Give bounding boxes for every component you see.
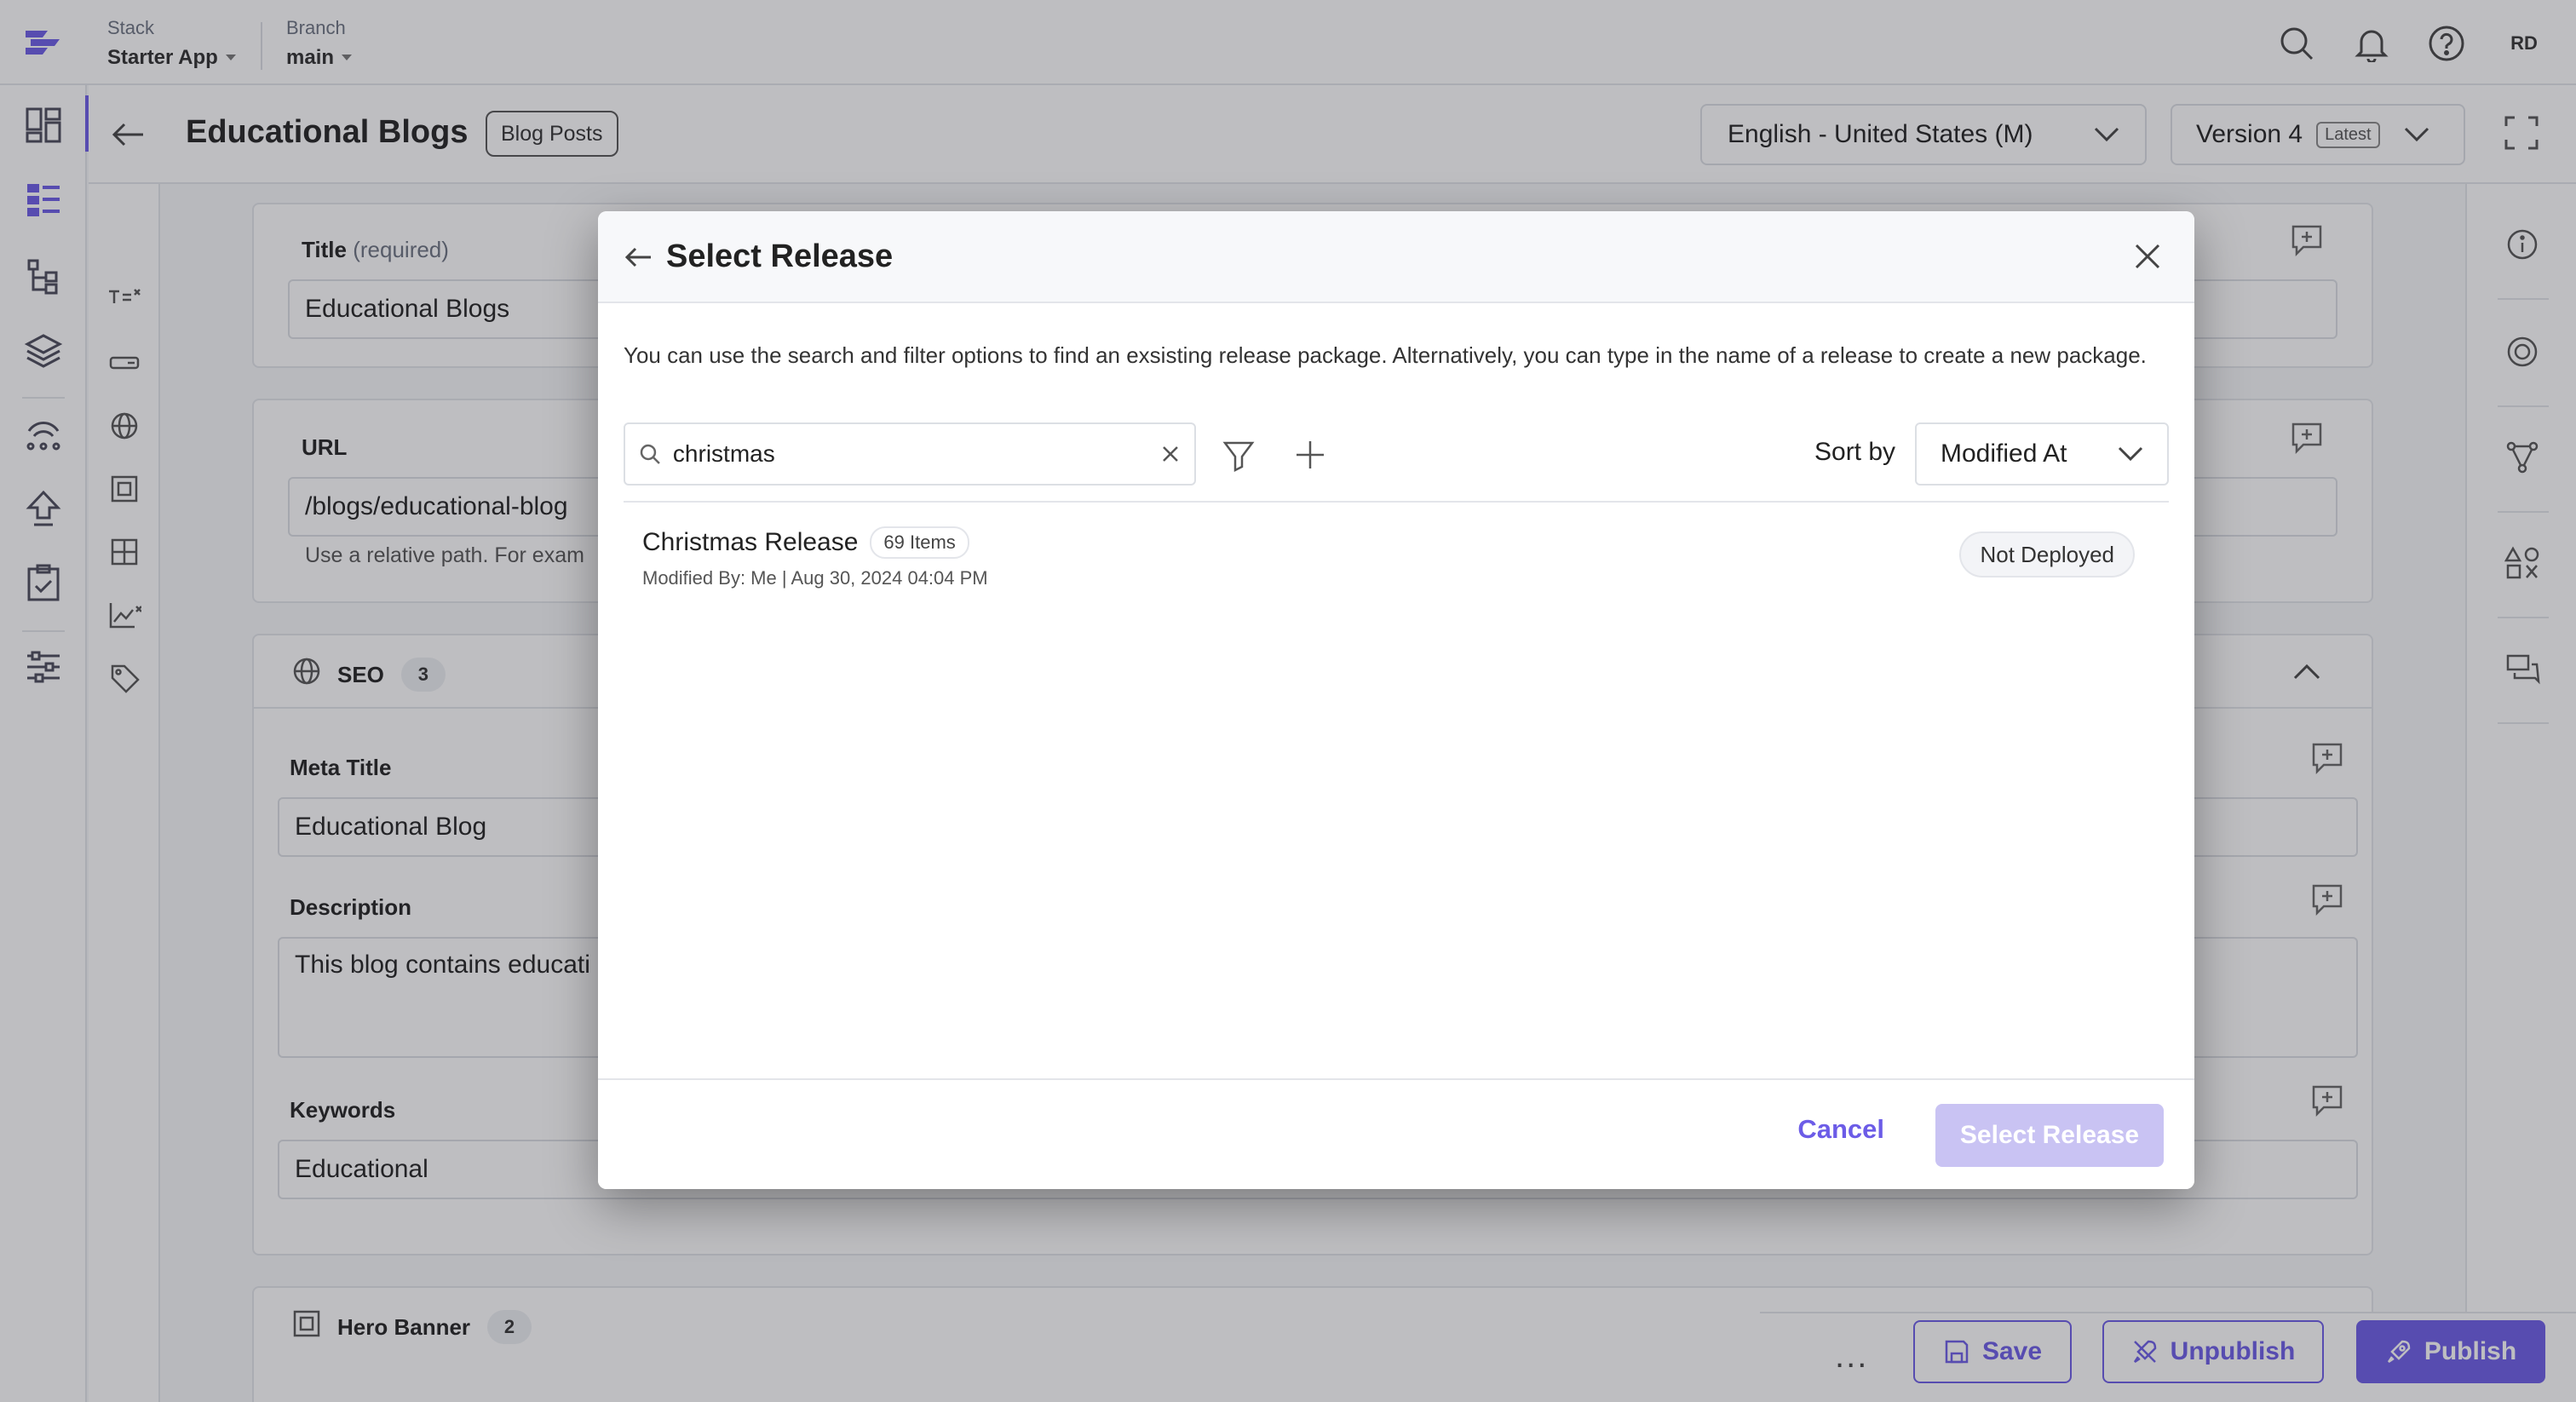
clear-search-icon[interactable] [1160,444,1181,464]
add-release-icon[interactable] [1293,438,1327,472]
sort-select[interactable]: Modified At [1915,422,2169,486]
release-list-item[interactable]: Christmas Release 69 Items Modified By: … [624,508,2169,589]
modal-description: You can use the search and filter option… [624,342,2147,368]
release-name: Christmas Release [642,528,859,556]
modal-header: Select Release [598,211,2194,303]
sort-by-label: Sort by [1814,438,1896,466]
chevron-down-icon [2118,446,2143,462]
select-release-modal: Select Release You can use the search an… [598,211,2194,1189]
cancel-button[interactable]: Cancel [1797,1114,1884,1145]
release-search-box[interactable] [624,422,1196,486]
release-status-badge: Not Deployed [1959,531,2135,577]
back-arrow-icon[interactable] [624,242,654,273]
release-meta: Modified By: Me | Aug 30, 2024 04:04 PM [642,567,988,589]
release-search-input[interactable] [672,440,1149,468]
modal-footer: Cancel Select Release [598,1078,2194,1189]
sort-value: Modified At [1941,440,2067,468]
filter-icon[interactable] [1222,438,1256,472]
release-items-badge: 69 Items [870,526,969,559]
modal-title: Select Release [666,238,894,274]
close-icon[interactable] [2131,240,2164,273]
select-release-button[interactable]: Select Release [1935,1104,2164,1167]
search-icon [640,444,660,464]
list-divider [624,501,2169,503]
